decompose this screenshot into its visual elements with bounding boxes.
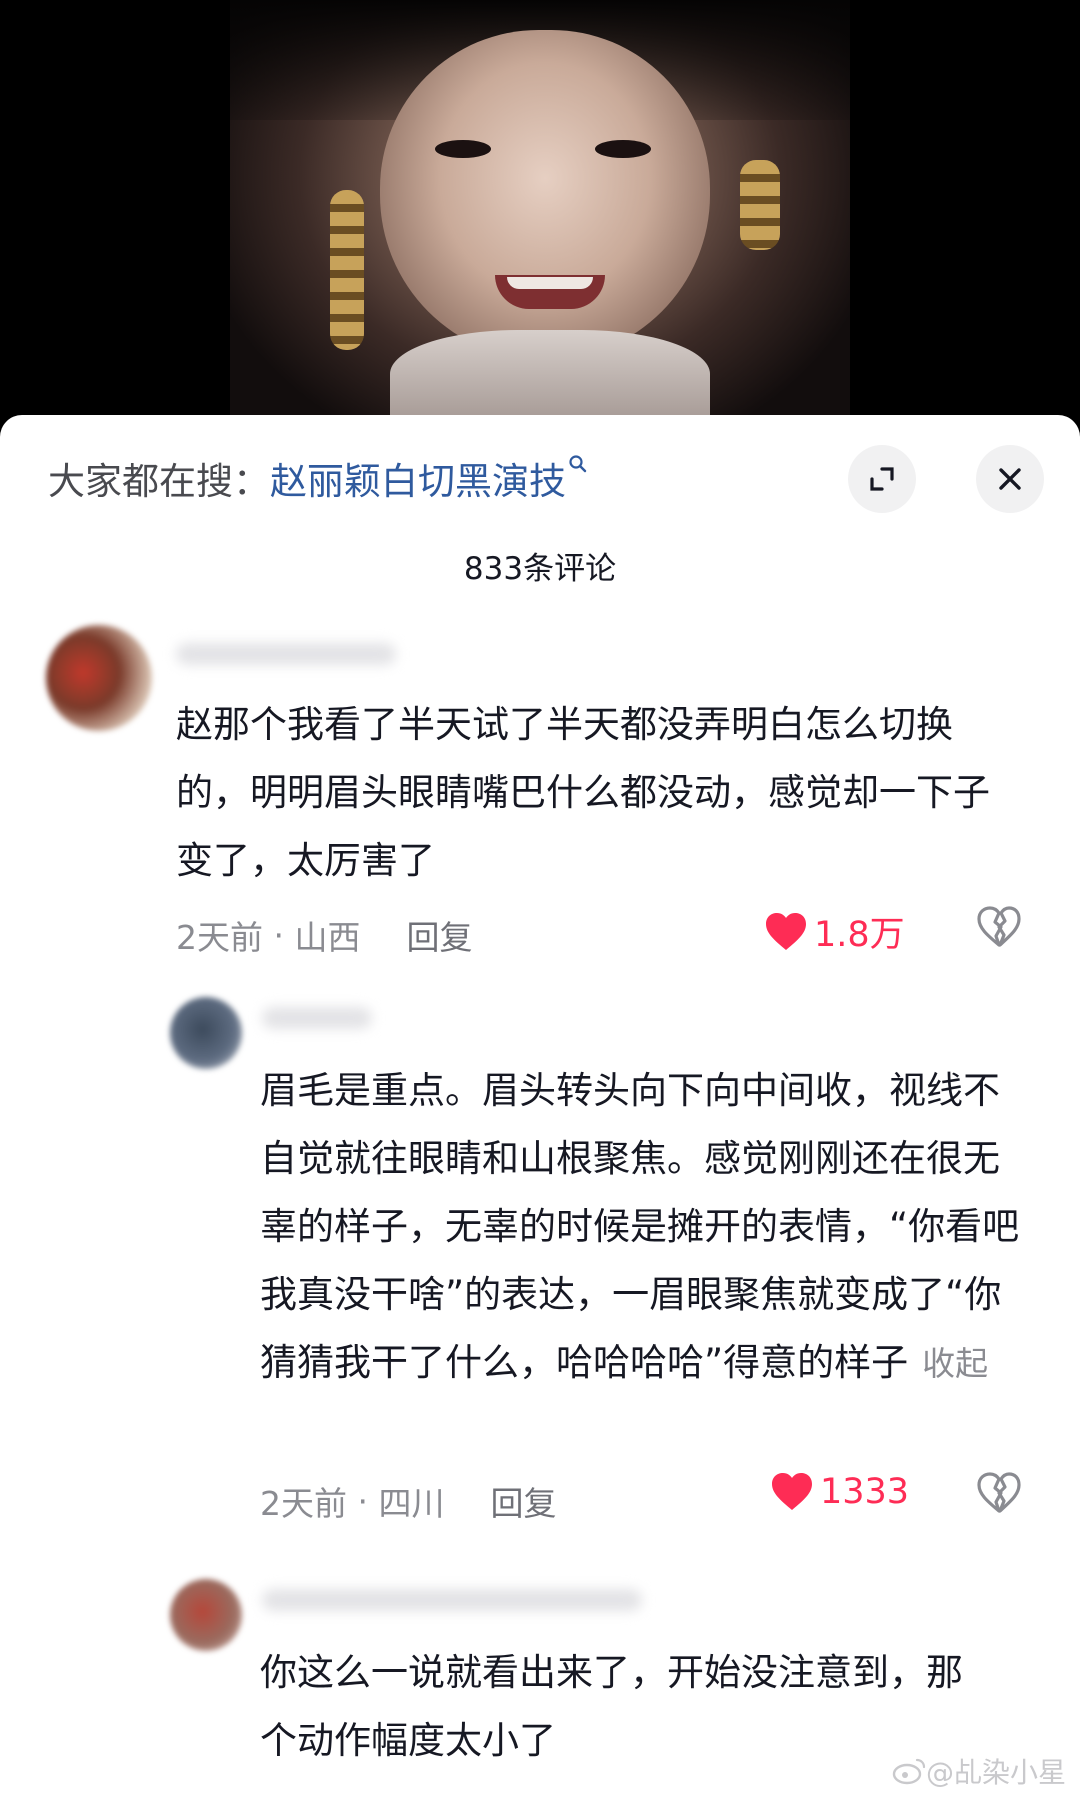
- like-button[interactable]: 1333: [770, 1472, 909, 1512]
- like-count: 1333: [820, 1472, 910, 1512]
- face-image: [380, 30, 710, 360]
- video-player[interactable]: [0, 0, 1080, 440]
- search-icon: [568, 452, 588, 480]
- avatar[interactable]: [170, 1579, 242, 1651]
- expand-button[interactable]: [848, 445, 916, 513]
- collapse-button[interactable]: 收起: [922, 1344, 988, 1383]
- earring: [740, 160, 780, 250]
- like-button[interactable]: 1.8万: [764, 906, 905, 957]
- username-blurred[interactable]: [262, 1007, 372, 1029]
- comment-meta: 2天前 · 四川 回复: [260, 1477, 556, 1525]
- expand-icon: [870, 467, 894, 491]
- comment-location: 山西: [294, 918, 361, 957]
- earring: [330, 190, 364, 350]
- trending-search[interactable]: 大家都在搜： 赵丽颖白切黑演技: [48, 443, 588, 513]
- comment-text: 眉毛是重点。眉头转头向下向中间收，视线不自觉就往眼睛和山根聚焦。感觉刚刚还在很无…: [260, 1069, 1020, 1384]
- weibo-icon: [892, 1758, 926, 1785]
- like-count: 1.8万: [814, 915, 905, 955]
- reply-button[interactable]: 回复: [406, 911, 472, 959]
- comment-count: 833条评论: [463, 551, 617, 587]
- username-blurred[interactable]: [262, 1589, 642, 1611]
- broken-heart-icon: [977, 1472, 1021, 1513]
- comment-meta: 2天前 · 山西 回复: [176, 911, 472, 959]
- watermark: @乩染小星: [892, 1751, 1066, 1791]
- comment-location: 四川: [378, 1484, 445, 1523]
- comment-text: 赵那个我看了半天试了半天都没弄明白怎么切换的，明明眉头眼睛嘴巴什么都没动，感觉却…: [176, 703, 990, 882]
- close-button[interactable]: [976, 445, 1044, 513]
- dislike-button[interactable]: [976, 1472, 1022, 1518]
- avatar[interactable]: [170, 997, 242, 1069]
- comment-text: 你这么一说就看出来了，开始没注意到，那个动作幅度太小了: [260, 1651, 963, 1762]
- close-icon: [999, 468, 1021, 490]
- heart-icon: [772, 1473, 812, 1510]
- search-term-link[interactable]: 赵丽颖白切黑演技: [270, 451, 566, 505]
- broken-heart-icon: [977, 906, 1021, 947]
- video-frame: [230, 0, 850, 440]
- comment-time: 2天前: [176, 918, 263, 957]
- username-blurred[interactable]: [176, 643, 396, 665]
- reply-button[interactable]: 回复: [490, 1477, 556, 1525]
- avatar[interactable]: [46, 625, 152, 731]
- comments-sheet: 大家都在搜： 赵丽颖白切黑演技 833条评论 赵那个我看了半天试了半天都没弄明白…: [0, 415, 1080, 1795]
- dislike-button[interactable]: [976, 906, 1022, 952]
- comment-time: 2天前: [260, 1484, 347, 1523]
- search-prefix: 大家都在搜：: [48, 460, 270, 503]
- heart-icon: [766, 912, 806, 950]
